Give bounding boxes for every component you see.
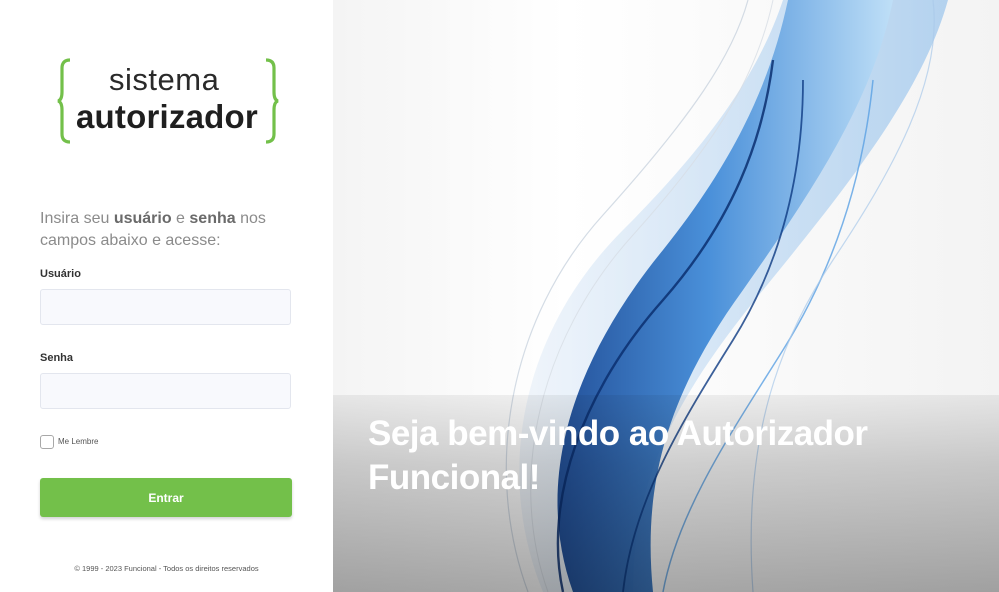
remember-me-label[interactable]: Me Lembre: [58, 437, 98, 446]
login-panel: sistema autorizador Insira seu usuário e…: [0, 0, 333, 592]
username-input[interactable]: [40, 289, 291, 325]
remember-me-checkbox[interactable]: [40, 435, 54, 449]
logo: sistema autorizador: [57, 58, 279, 144]
intro-user-word: usuário: [113, 210, 172, 227]
intro-password-word: senha: [189, 210, 236, 227]
hero-panel: Seja bem-vindo ao Autorizador Funcional!: [333, 0, 999, 592]
username-label: Usuário: [40, 268, 81, 280]
password-label: Senha: [40, 352, 74, 364]
password-input[interactable]: [40, 373, 291, 409]
login-instructions: Insira seu usuário e senha nos campos ab…: [40, 208, 300, 252]
login-button[interactable]: Entrar: [40, 478, 292, 517]
copyright-footer: © 1999 - 2023 Funcional - Todos os direi…: [74, 564, 259, 573]
logo-text-top: sistema: [109, 62, 220, 97]
right-brace-icon: [265, 58, 279, 144]
intro-text: Insira seu: [40, 210, 114, 227]
intro-text: e: [171, 210, 190, 227]
left-brace-icon: [57, 58, 71, 144]
logo-text-bottom: autorizador: [76, 98, 258, 135]
welcome-heading: Seja bem-vindo ao Autorizador Funcional!: [368, 414, 868, 497]
